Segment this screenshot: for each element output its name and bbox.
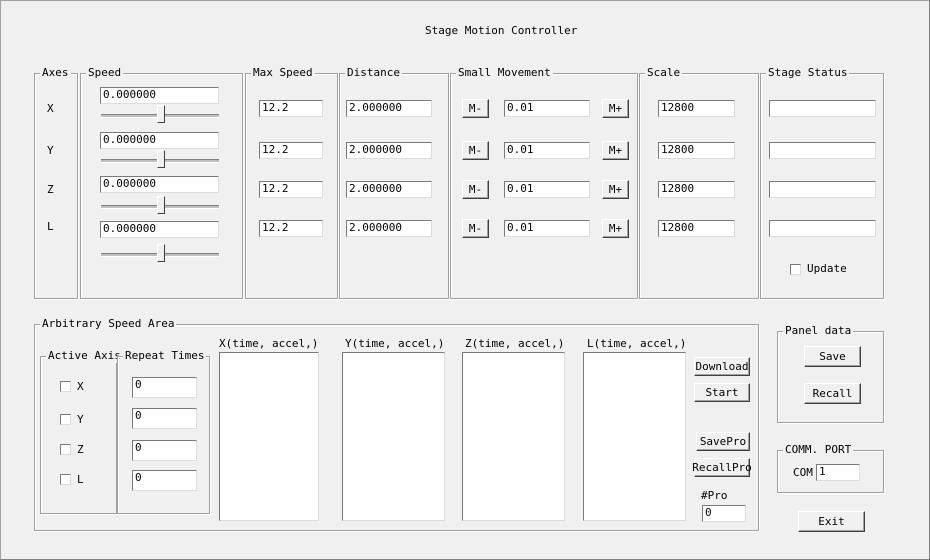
small-move-l-field[interactable]: 0.01: [504, 220, 590, 237]
update-checkbox[interactable]: [790, 264, 801, 275]
scale-y-field[interactable]: 12800: [658, 142, 735, 159]
speed-x-field[interactable]: 0.000000: [100, 87, 219, 104]
speed-x-slider[interactable]: [101, 104, 219, 126]
distance-group-title: Distance: [345, 66, 402, 80]
update-label: Update: [807, 262, 847, 275]
savepro-button[interactable]: SavePro: [696, 432, 750, 451]
panel-data-group-title: Panel data: [783, 324, 854, 338]
panel-data-group: Panel data: [777, 324, 884, 423]
active-axis-group-title: Active Axis: [46, 349, 123, 363]
m-plus-y-button[interactable]: M+: [602, 141, 629, 160]
status-x-field[interactable]: [769, 100, 876, 117]
download-button[interactable]: Download: [694, 357, 750, 376]
comm-port-group-title: COMM. PORT: [783, 443, 854, 457]
distance-l-field[interactable]: 2.000000: [346, 220, 432, 237]
arbitrary-speed-group-title: Arbitrary Speed Area: [40, 317, 177, 331]
speed-x-slider-thumb[interactable]: [157, 105, 165, 123]
start-button[interactable]: Start: [694, 383, 750, 402]
stage-status-group-title: Stage Status: [766, 66, 850, 80]
max-speed-x-field[interactable]: 12.2: [259, 100, 323, 117]
small-movement-group-title: Small Movement: [456, 66, 553, 80]
status-y-field[interactable]: [769, 142, 876, 159]
status-z-field[interactable]: [769, 181, 876, 198]
x-profile-list[interactable]: [219, 352, 319, 521]
save-button[interactable]: Save: [804, 346, 861, 367]
speed-y-slider[interactable]: [101, 149, 219, 171]
l-profile-list[interactable]: [583, 352, 686, 521]
repeat-y-field[interactable]: 0: [132, 408, 197, 429]
speed-l-slider-thumb[interactable]: [157, 244, 165, 262]
repeat-l-field[interactable]: 0: [132, 470, 197, 491]
exit-button[interactable]: Exit: [798, 511, 865, 532]
speed-z-slider-thumb[interactable]: [157, 196, 165, 214]
m-plus-l-button[interactable]: M+: [602, 219, 629, 238]
z-list-header: Z(time, accel,): [465, 337, 565, 350]
distance-z-field[interactable]: 2.000000: [346, 181, 432, 198]
active-axis-z-checkbox[interactable]: [60, 444, 71, 455]
y-profile-list[interactable]: [342, 352, 445, 521]
small-move-y-field[interactable]: 0.01: [504, 142, 590, 159]
recall-button[interactable]: Recall: [804, 383, 861, 404]
small-move-z-field[interactable]: 0.01: [504, 181, 590, 198]
axes-group: Axes: [34, 66, 78, 299]
active-axis-y-label: Y: [77, 413, 84, 426]
axis-label-l: L: [47, 220, 54, 233]
pro-number-field[interactable]: 0: [702, 505, 746, 522]
repeat-times-group-title: Repeat Times: [123, 349, 207, 363]
active-axis-x-label: X: [77, 380, 84, 393]
distance-y-field[interactable]: 2.000000: [346, 142, 432, 159]
com-port-field[interactable]: 1: [816, 464, 860, 481]
max-speed-group-title: Max Speed: [251, 66, 315, 80]
active-axis-z-label: Z: [77, 443, 84, 456]
distance-x-field[interactable]: 2.000000: [346, 100, 432, 117]
axis-label-x: X: [47, 102, 54, 115]
scale-z-field[interactable]: 12800: [658, 181, 735, 198]
speed-l-field[interactable]: 0.000000: [100, 221, 219, 238]
m-plus-z-button[interactable]: M+: [602, 180, 629, 199]
max-speed-y-field[interactable]: 12.2: [259, 142, 323, 159]
status-l-field[interactable]: [769, 220, 876, 237]
axis-label-z: Z: [47, 183, 54, 196]
window-title: Stage Motion Controller: [425, 24, 578, 37]
max-speed-l-field[interactable]: 12.2: [259, 220, 323, 237]
max-speed-z-field[interactable]: 12.2: [259, 181, 323, 198]
z-profile-list[interactable]: [462, 352, 565, 521]
main-window: Stage Motion Controller Axes X Y Z L Spe…: [0, 0, 930, 560]
scale-group-title: Scale: [645, 66, 683, 80]
m-minus-l-button[interactable]: M-: [462, 219, 489, 238]
axes-group-title: Axes: [40, 66, 71, 80]
speed-group-title: Speed: [86, 66, 124, 80]
scale-l-field[interactable]: 12800: [658, 220, 735, 237]
active-axis-l-label: L: [77, 473, 84, 486]
active-axis-l-checkbox[interactable]: [60, 474, 71, 485]
m-minus-z-button[interactable]: M-: [462, 180, 489, 199]
repeat-x-field[interactable]: 0: [132, 377, 197, 398]
axis-label-y: Y: [47, 144, 54, 157]
l-list-header: L(time, accel,): [587, 337, 687, 350]
speed-z-slider[interactable]: [101, 195, 219, 217]
repeat-z-field[interactable]: 0: [132, 440, 197, 461]
recallpro-button[interactable]: RecallPro: [692, 458, 752, 477]
active-axis-y-checkbox[interactable]: [60, 414, 71, 425]
active-axis-x-checkbox[interactable]: [60, 381, 71, 392]
y-list-header: Y(time, accel,): [345, 337, 445, 350]
x-list-header: X(time, accel,): [219, 337, 319, 350]
small-move-x-field[interactable]: 0.01: [504, 100, 590, 117]
m-plus-x-button[interactable]: M+: [602, 99, 629, 118]
pro-number-label: #Pro: [701, 489, 728, 502]
m-minus-x-button[interactable]: M-: [462, 99, 489, 118]
speed-y-field[interactable]: 0.000000: [100, 132, 219, 149]
speed-y-slider-thumb[interactable]: [157, 150, 165, 168]
speed-z-field[interactable]: 0.000000: [100, 176, 219, 193]
speed-l-slider[interactable]: [101, 243, 219, 265]
scale-x-field[interactable]: 12800: [658, 100, 735, 117]
m-minus-y-button[interactable]: M-: [462, 141, 489, 160]
com-label: COM: [793, 466, 813, 479]
